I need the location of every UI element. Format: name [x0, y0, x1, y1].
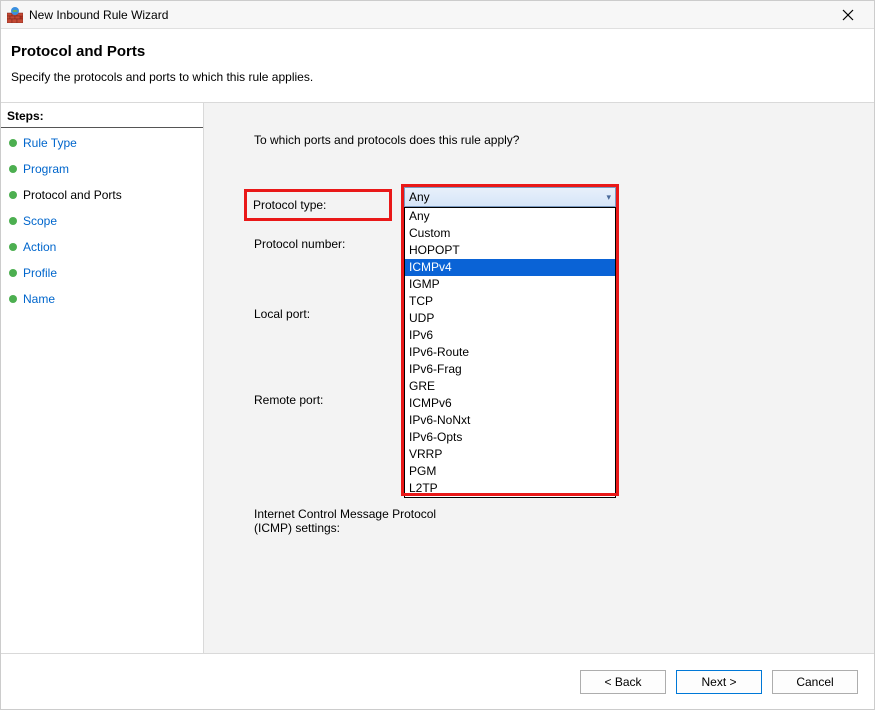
step-label: Program	[23, 162, 69, 176]
protocol-type-value: Any	[409, 190, 430, 204]
option-udp[interactable]: UDP	[405, 310, 615, 327]
step-label: Protocol and Ports	[23, 188, 122, 202]
bullet-icon	[9, 269, 17, 277]
close-button[interactable]	[828, 1, 868, 29]
step-label: Rule Type	[23, 136, 77, 150]
titlebar: New Inbound Rule Wizard	[1, 1, 874, 29]
cancel-button[interactable]: Cancel	[772, 670, 858, 694]
body: Steps: Rule Type Program Protocol and Port…	[1, 103, 874, 653]
page-subtitle: Specify the protocols and ports to which…	[11, 70, 858, 84]
label-icmp-line1: Internet Control Message Protocol	[254, 507, 454, 521]
main-pane: To which ports and protocols does this r…	[204, 103, 874, 653]
protocol-type-wrap: Any ▾ AnyCustomHOPOPTICMPv4IGMPTCPUDPIPv…	[404, 187, 616, 207]
bullet-icon	[9, 243, 17, 251]
steps-sidebar: Steps: Rule Type Program Protocol and Port…	[1, 103, 204, 653]
option-icmpv4[interactable]: ICMPv4	[405, 259, 615, 276]
bullet-icon	[9, 165, 17, 173]
close-icon	[842, 9, 854, 21]
option-l2tp[interactable]: L2TP	[405, 480, 615, 497]
option-custom[interactable]: Custom	[405, 225, 615, 242]
protocol-type-dropdown[interactable]: AnyCustomHOPOPTICMPv4IGMPTCPUDPIPv6IPv6-…	[404, 207, 616, 498]
next-button[interactable]: Next >	[676, 670, 762, 694]
option-tcp[interactable]: TCP	[405, 293, 615, 310]
step-item-scope[interactable]: Scope	[1, 208, 203, 234]
steps-header: Steps:	[1, 105, 203, 128]
option-ipv6-route[interactable]: IPv6-Route	[405, 344, 615, 361]
step-label: Name	[23, 292, 55, 306]
back-button[interactable]: < Back	[580, 670, 666, 694]
step-item-name[interactable]: Name	[1, 286, 203, 312]
wizard-window: New Inbound Rule Wizard Protocol and Por…	[0, 0, 875, 710]
label-remote-port: Remote port:	[254, 391, 404, 407]
label-protocol-number: Protocol number:	[254, 235, 404, 251]
step-item-program[interactable]: Program	[1, 156, 203, 182]
row-icmp: Internet Control Message Protocol (ICMP)…	[254, 505, 854, 535]
option-ipv6-frag[interactable]: IPv6-Frag	[405, 361, 615, 378]
option-ipv6-opts[interactable]: IPv6-Opts	[405, 429, 615, 446]
label-local-port: Local port:	[254, 305, 404, 321]
question-text: To which ports and protocols does this r…	[254, 133, 854, 147]
option-hopopt[interactable]: HOPOPT	[405, 242, 615, 259]
option-pgm[interactable]: PGM	[405, 463, 615, 480]
step-item-rule-type[interactable]: Rule Type	[1, 130, 203, 156]
titlebar-left: New Inbound Rule Wizard	[7, 7, 168, 23]
bullet-icon	[9, 139, 17, 147]
highlight-protocol-label: Protocol type:	[244, 189, 392, 221]
header: Protocol and Ports Specify the protocols…	[1, 29, 874, 103]
page-title: Protocol and Ports	[11, 43, 858, 60]
step-item-action[interactable]: Action	[1, 234, 203, 260]
bullet-icon	[9, 217, 17, 225]
step-label: Action	[23, 240, 56, 254]
label-protocol-type: Protocol type:	[253, 198, 326, 212]
protocol-type-select[interactable]: Any ▾	[404, 187, 616, 207]
label-icmp-line2: (ICMP) settings:	[254, 521, 454, 535]
step-item-protocol-and-ports: Protocol and Ports	[1, 182, 203, 208]
bullet-icon	[9, 191, 17, 199]
bullet-icon	[9, 295, 17, 303]
row-protocol-type: Protocol type: Any ▾ AnyCustomHOPOPTICMP…	[254, 187, 854, 221]
step-item-profile[interactable]: Profile	[1, 260, 203, 286]
footer: < Back Next > Cancel	[1, 653, 874, 709]
option-ipv6[interactable]: IPv6	[405, 327, 615, 344]
option-vrrp[interactable]: VRRP	[405, 446, 615, 463]
option-igmp[interactable]: IGMP	[405, 276, 615, 293]
step-label: Scope	[23, 214, 57, 228]
label-icmp: Internet Control Message Protocol (ICMP)…	[254, 505, 454, 535]
option-icmpv6[interactable]: ICMPv6	[405, 395, 615, 412]
step-label: Profile	[23, 266, 57, 280]
window-title: New Inbound Rule Wizard	[29, 8, 168, 22]
chevron-down-icon: ▾	[606, 192, 611, 203]
firewall-icon	[7, 7, 23, 23]
label-cell-protocol-type: Protocol type:	[254, 187, 404, 221]
option-any[interactable]: Any	[405, 208, 615, 225]
option-gre[interactable]: GRE	[405, 378, 615, 395]
option-ipv6-nonxt[interactable]: IPv6-NoNxt	[405, 412, 615, 429]
